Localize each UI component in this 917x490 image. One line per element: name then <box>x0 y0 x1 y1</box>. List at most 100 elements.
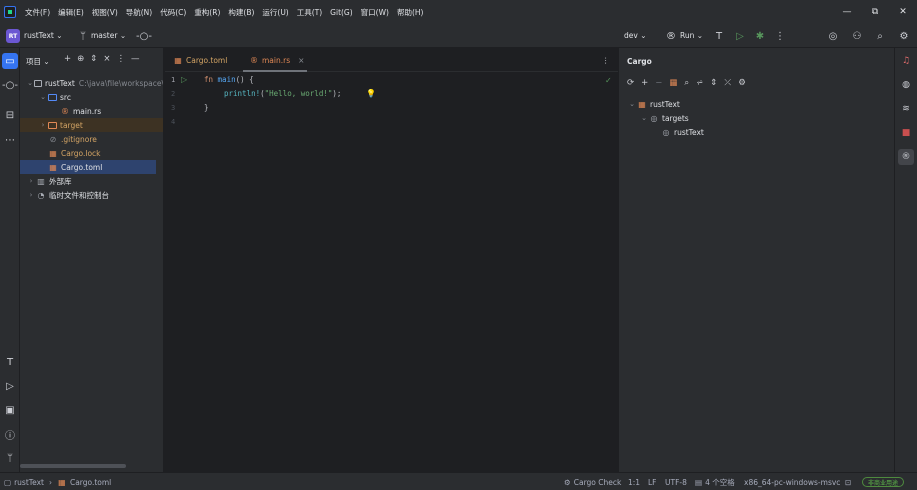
branch-selector[interactable]: master ⌄ <box>91 31 126 40</box>
cargo-check-widget[interactable]: ⚙ Cargo Check <box>564 473 621 490</box>
chevron-right-icon[interactable]: › <box>38 121 48 129</box>
menu-git[interactable]: Git(G) <box>330 8 353 17</box>
chevron-down-icon[interactable]: ⌄ <box>26 79 34 87</box>
tree-item-external-libraries[interactable]: › ▥ 外部库 <box>20 174 163 188</box>
build-hammer-icon[interactable]: T <box>2 354 18 370</box>
tab-options-icon[interactable]: ⋮ <box>602 48 610 72</box>
add-icon[interactable]: + <box>641 78 648 88</box>
line-number: 2 <box>171 90 176 98</box>
tree-item-main-rs[interactable]: ® main.rs <box>20 104 163 118</box>
ai-chat-icon[interactable]: ◍ <box>898 77 914 93</box>
notifications-bell-icon[interactable]: ♫ <box>898 53 914 69</box>
license-badge[interactable]: 非商业用途 <box>862 477 905 487</box>
chevron-right-icon[interactable]: › <box>26 177 36 185</box>
problems-icon[interactable]: ⓘ <box>2 426 18 442</box>
git-icon[interactable]: ᛘ <box>2 450 18 466</box>
menu-navigate[interactable]: 导航(N) <box>126 7 152 18</box>
chevron-down-icon[interactable]: ⌄ <box>639 114 649 122</box>
build-hammer-icon[interactable]: T <box>712 29 726 43</box>
tab-main-rs[interactable]: ® main.rs × <box>249 48 304 72</box>
settings-gear-icon[interactable]: ⚙ <box>897 29 911 43</box>
tree-item-cargo-lock[interactable]: ▦ Cargo.lock <box>20 146 163 160</box>
code-line-3[interactable]: } <box>204 103 209 112</box>
ai-assistant-icon[interactable]: ◎ <box>826 29 840 43</box>
cargo-tree-targets[interactable]: ⌄ ◎ targets <box>619 111 889 125</box>
project-folder-icon[interactable]: ▭ <box>2 53 18 69</box>
search-icon[interactable]: ⌕ <box>873 29 887 43</box>
caret-position[interactable]: 1:1 <box>628 473 640 490</box>
more-tools-icon[interactable]: ⋯ <box>2 132 18 148</box>
cargo-run-icon[interactable]: ▦ <box>669 78 677 88</box>
structure-icon[interactable]: ⊟ <box>2 107 18 123</box>
debug-bug-icon[interactable]: ✱ <box>753 29 767 43</box>
menu-help[interactable]: 帮助(H) <box>397 7 424 18</box>
cargo-tool-icon[interactable]: ® <box>898 149 914 165</box>
tab-close-icon[interactable]: × <box>298 56 304 65</box>
tree-item-scratches[interactable]: › ◔ 临时文件和控制台 <box>20 188 163 202</box>
add-user-icon[interactable]: ⚇ <box>850 29 864 43</box>
cargo-tree-rusttext[interactable]: ⌄ ▦ rustText <box>619 97 889 111</box>
lightbulb-icon[interactable]: 💡 <box>366 89 376 98</box>
run-gutter-icon[interactable]: ▷ <box>181 75 187 84</box>
terminal-icon[interactable]: ▣ <box>2 402 18 418</box>
run-menu-button[interactable]: Run ⌄ <box>680 31 703 40</box>
project-selector[interactable]: rustText ⌄ <box>24 31 63 40</box>
readonly-lock-icon[interactable]: ⊡ <box>845 473 851 490</box>
tree-item-rusttext[interactable]: ⌄ rustText C:\java\file\workspace\ <box>20 76 163 90</box>
remove-icon[interactable]: − <box>655 78 662 88</box>
indent-widget[interactable]: ▤ 4 个空格 <box>695 473 735 490</box>
run-services-icon[interactable]: ▷ <box>2 378 18 394</box>
run-play-icon[interactable]: ▷ <box>733 29 747 43</box>
more-actions-icon[interactable]: ⋮ <box>773 29 787 43</box>
tree-item-cargo-toml[interactable]: ▦ Cargo.toml <box>20 160 156 174</box>
chevron-down-icon[interactable]: ⌄ <box>627 100 637 108</box>
minimize-button[interactable]: — <box>833 0 861 24</box>
close-icon[interactable]: × <box>103 54 110 64</box>
project-panel-title[interactable]: 项目 ⌄ <box>26 56 50 67</box>
hide-icon[interactable]: — <box>131 54 140 64</box>
tree-item-src[interactable]: ⌄ src <box>20 90 163 104</box>
menu-window[interactable]: 窗口(W) <box>361 7 389 18</box>
toolchain-target[interactable]: x86_64-pc-windows-msvc <box>744 473 840 490</box>
line-separator[interactable]: LF <box>648 473 657 490</box>
menu-file[interactable]: 文件(F) <box>25 7 50 18</box>
tree-item-gitignore[interactable]: ⊘ .gitignore <box>20 132 163 146</box>
code-line-2[interactable]: println!("Hello, world!"); <box>224 89 341 98</box>
search-cargo-icon[interactable]: ⌕ <box>684 78 689 88</box>
expand-collapse-icon[interactable]: ⇕ <box>90 54 97 64</box>
tree-item-target[interactable]: › target <box>20 118 163 132</box>
restore-button[interactable]: ⧉ <box>861 0 889 24</box>
menu-refactor[interactable]: 重构(R) <box>194 7 220 18</box>
filter-icon[interactable]: ⩫ <box>696 78 703 88</box>
settings-gear-icon[interactable]: ⚙ <box>738 78 746 88</box>
run-config-selector[interactable]: dev ⌄ <box>624 31 646 40</box>
menu-run[interactable]: 运行(U) <box>262 7 288 18</box>
horizontal-scrollbar[interactable] <box>20 464 126 468</box>
code-line-1[interactable]: fn main() { <box>204 75 254 84</box>
cargo-tree-target-rusttext[interactable]: ◎ rustText <box>619 125 889 139</box>
menu-tools[interactable]: 工具(T) <box>297 7 322 18</box>
options-icon[interactable]: ⋮ <box>117 54 126 64</box>
no-problems-check-icon[interactable]: ✓ <box>605 76 612 85</box>
menu-code[interactable]: 代码(C) <box>160 7 186 18</box>
close-button[interactable]: ✕ <box>889 0 917 24</box>
breadcrumb-file[interactable]: Cargo.toml <box>70 478 111 487</box>
menu-build[interactable]: 构建(B) <box>228 7 254 18</box>
refresh-icon[interactable]: ⟳ <box>627 78 634 88</box>
tab-cargo-toml[interactable]: ▦ Cargo.toml <box>173 48 227 72</box>
menu-edit[interactable]: 编辑(E) <box>58 7 84 18</box>
chevron-down-icon[interactable]: ⌄ <box>38 93 48 101</box>
coverage-icon[interactable]: ■ <box>898 125 914 141</box>
add-icon[interactable]: + <box>64 54 71 64</box>
commit-icon[interactable]: -○- <box>136 29 152 43</box>
chevron-right-icon[interactable]: › <box>26 191 36 199</box>
breadcrumb-project[interactable]: rustText <box>14 478 44 487</box>
menu-view[interactable]: 视图(V) <box>92 7 118 18</box>
database-icon[interactable]: ≋ <box>898 101 914 117</box>
file-encoding[interactable]: UTF-8 <box>665 473 687 490</box>
excluded-folder-icon <box>48 121 57 129</box>
collapse-all-icon[interactable]: ⤫ <box>724 78 731 88</box>
expand-all-icon[interactable]: ⇕ <box>710 78 717 88</box>
locate-icon[interactable]: ⊕ <box>77 54 84 64</box>
commit-icon[interactable]: -○- <box>2 77 18 93</box>
